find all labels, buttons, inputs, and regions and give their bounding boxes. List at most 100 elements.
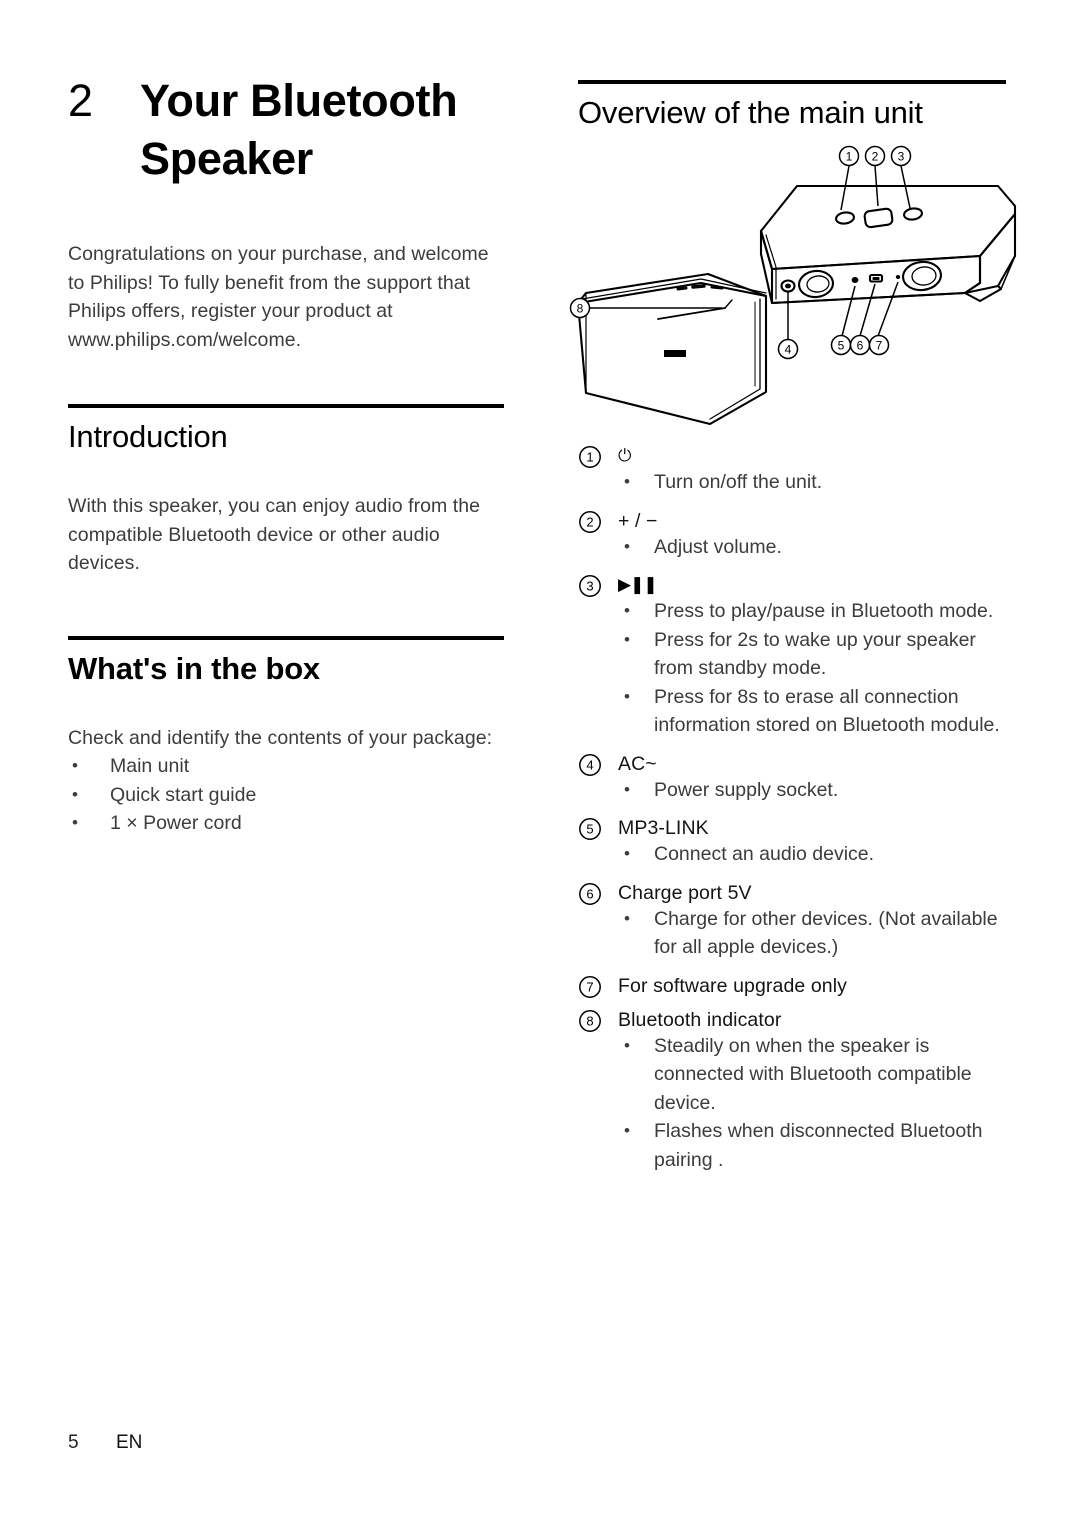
bullet-text: Connect an audio device.	[654, 843, 875, 865]
overview-item-header: 7 For software upgrade only	[578, 974, 1016, 998]
svg-text:4: 4	[586, 757, 593, 772]
page-number: 5	[68, 1432, 79, 1453]
section-rule-overview	[578, 80, 1006, 84]
bullet-dot-icon: •	[624, 601, 630, 620]
list-item: • Press for 2s to wake up your speaker f…	[578, 626, 1016, 683]
box-content-label: Quick start guide	[110, 783, 257, 806]
callout-marker-6: 6	[849, 334, 871, 356]
chapter-title-line-2: Speaker	[140, 133, 314, 184]
bullet-dot-icon: •	[72, 756, 78, 775]
item-number-5-icon: 5	[578, 817, 618, 841]
bullet-text: Press to play/pause in Bluetooth mode.	[654, 600, 994, 622]
item-number-1-icon: 1	[578, 445, 618, 469]
bullet-dot-icon: •	[624, 908, 630, 928]
page-footer: 5 EN	[68, 1432, 142, 1454]
bullet-dot-icon: •	[624, 686, 630, 706]
introduction-paragraph: With this speaker, you can enjoy audio f…	[68, 495, 481, 574]
callout-marker-1: 1	[838, 145, 860, 167]
callout-line-5	[841, 285, 856, 337]
overview-item-bullets: • Adjust volume.	[578, 533, 1016, 562]
svg-text:2: 2	[872, 150, 879, 164]
list-item: • Quick start guide	[68, 781, 504, 810]
item-number-7-icon: 7	[578, 975, 618, 999]
volume-button-shape	[863, 207, 894, 229]
bullet-dot-icon: •	[624, 844, 630, 863]
item-number-2-icon: 2	[578, 510, 618, 534]
mp3-link-label: MP3-LINK	[618, 817, 709, 839]
philips-logo	[664, 350, 686, 357]
bullet-text: Power supply socket.	[654, 778, 839, 801]
bullet-dot-icon: •	[624, 536, 630, 556]
list-item: • Press to play/pause in Bluetooth mode.	[578, 597, 1016, 626]
overview-items-list: 1 ⏻ • Turn on/off the unit. 2 + / − • Ad…	[578, 444, 1016, 1174]
list-item: • Power supply socket.	[578, 776, 1016, 805]
overview-item-1: 1 ⏻ • Turn on/off the unit.	[578, 444, 1016, 497]
bluetooth-indicator-lens	[657, 307, 726, 320]
svg-text:1: 1	[586, 450, 593, 465]
overview-item-bullets: • Power supply socket.	[578, 776, 1016, 805]
ac-socket-hole	[785, 283, 791, 289]
box-content-label: 1 × Power cord	[110, 812, 242, 834]
overview-item-5: 5 MP3-LINK • Connect an audio device.	[578, 816, 1016, 869]
speaker-rear-bottom-edge	[770, 291, 967, 305]
item-number-6-icon: 6	[578, 882, 618, 906]
whats-in-the-box-paragraph: Check and identify the contents of your …	[68, 726, 493, 749]
heading-overview: Overview of the main unit	[578, 95, 923, 130]
overview-item-7: 7 For software upgrade only	[578, 974, 1016, 998]
box-contents-list: • Main unit • Quick start guide • 1 × Po…	[68, 752, 504, 838]
overview-item-header: 2 + / −	[578, 509, 1016, 533]
overview-item-8: 8 Bluetooth indicator • Steadily on when…	[578, 1008, 1016, 1175]
svg-text:7: 7	[586, 979, 593, 994]
overview-item-header: 4 AC~	[578, 752, 1016, 776]
section-rule-whats-in-the-box	[68, 635, 504, 640]
heading-whats-in-the-box: What's in the box	[68, 650, 320, 686]
power-icon: ⏻	[618, 446, 632, 465]
heading-introduction: Introduction	[68, 419, 228, 454]
bullet-text: Turn on/off the unit.	[654, 471, 823, 493]
main-unit-diagram: 1 2 3 4 5 6 7 8	[560, 136, 1030, 436]
svg-text:8: 8	[586, 1013, 593, 1028]
bullet-dot-icon: •	[624, 472, 630, 491]
bullet-dot-icon: •	[624, 629, 630, 649]
overview-item-bullets: • Charge for other devices. (Not availab…	[578, 905, 1016, 962]
callout-marker-8: 8	[569, 297, 591, 319]
item-number-3-icon: 3	[578, 574, 618, 598]
bullet-text: Flashes when disconnected Bluetooth pair…	[654, 1120, 983, 1171]
left-column: 2 Your Bluetooth Speaker Congratulations…	[68, 72, 504, 838]
bullet-text: Steadily on when the speaker is connecte…	[654, 1034, 972, 1114]
item-number-4-icon: 4	[578, 753, 618, 777]
list-item: • Steadily on when the speaker is connec…	[578, 1032, 1016, 1118]
bullet-dot-icon: •	[72, 813, 78, 832]
overview-item-2: 2 + / − • Adjust volume.	[578, 509, 1016, 562]
bullet-dot-icon: •	[624, 779, 630, 799]
callout-line-6	[859, 283, 876, 337]
speaker-right-face	[963, 212, 1017, 295]
bass-port-right-inner	[911, 266, 937, 286]
overview-item-bullets: • Steadily on when the speaker is connec…	[578, 1032, 1016, 1175]
list-item: • Press for 8s to erase all connection i…	[578, 683, 1016, 740]
svg-text:7: 7	[876, 339, 883, 353]
speaker-front-right-inner	[709, 298, 761, 420]
chapter-title-line-1: Your Bluetooth	[140, 75, 458, 126]
overview-item-bullets: • Press to play/pause in Bluetooth mode.…	[578, 597, 1016, 740]
overview-item-header: 1 ⏻	[578, 444, 1016, 468]
manual-page: 2 Your Bluetooth Speaker Congratulations…	[0, 0, 1080, 1527]
speaker-back-face	[759, 229, 982, 305]
item-number-8-icon: 8	[578, 1009, 618, 1033]
section-rule-introduction	[68, 404, 504, 408]
diagram-callout-numbers: 1 2 3 4 5 6 7 8	[569, 145, 912, 360]
front-top-button-mark-3	[710, 285, 724, 290]
svg-text:8: 8	[577, 302, 584, 316]
overview-item-4: 4 AC~ • Power supply socket.	[578, 752, 1016, 805]
power-button-shape	[835, 211, 855, 225]
callout-marker-3: 3	[890, 145, 912, 167]
svg-text:5: 5	[838, 339, 845, 353]
list-item: • Adjust volume.	[578, 533, 1016, 562]
language-code: EN	[116, 1432, 143, 1453]
ac-socket-label: AC~	[618, 752, 657, 775]
box-content-label: Main unit	[110, 755, 190, 777]
callout-marker-2: 2	[864, 145, 886, 167]
bullet-text: Press for 2s to wake up your speaker fro…	[654, 628, 976, 680]
svg-text:1: 1	[846, 150, 853, 164]
overview-item-header: 8 Bluetooth indicator	[578, 1008, 1016, 1032]
